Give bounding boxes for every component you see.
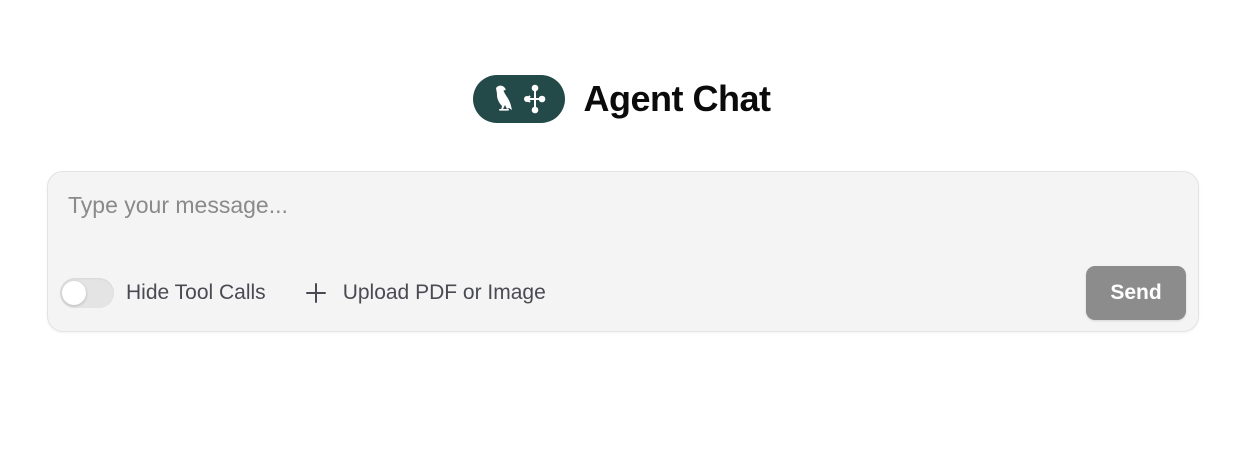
composer-controls: Hide Tool Calls Upload PDF or Image Send [60,265,1186,321]
toggle-knob [62,281,86,305]
app-page: Agent Chat Hide Tool Calls Upload PDF or… [0,0,1243,453]
hide-tool-calls-toggle-group[interactable]: Hide Tool Calls [60,278,266,308]
upload-button[interactable]: Upload PDF or Image [304,281,546,305]
perch-icon [498,109,509,111]
header: Agent Chat [0,74,1243,124]
app-logo [472,75,565,123]
send-button[interactable]: Send [1086,266,1186,320]
parrot-icon [495,85,512,110]
hide-tool-calls-label[interactable]: Hide Tool Calls [126,281,266,305]
plus-icon [304,281,328,305]
upload-label: Upload PDF or Image [342,281,546,304]
hide-tool-calls-toggle[interactable] [60,278,114,308]
network-icon [523,84,545,114]
app-title: Agent Chat [583,78,772,119]
message-input[interactable] [68,190,1178,240]
message-composer: Hide Tool Calls Upload PDF or Image Send [47,171,1199,332]
parrot-network-logo-icon [495,84,545,114]
